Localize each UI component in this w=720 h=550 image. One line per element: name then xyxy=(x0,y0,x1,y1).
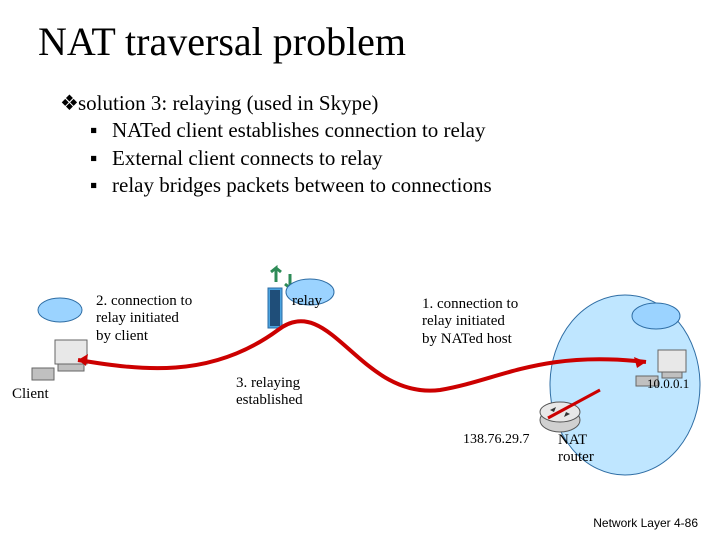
router-icon xyxy=(540,402,580,432)
ip-outer: 138.76.29.7 xyxy=(463,432,530,448)
bullet-lead: ❖solution 3: relaying (used in Skype) xyxy=(60,90,680,117)
step1-label: 1. connection torelay initiatedby NATed … xyxy=(422,296,582,348)
step3-label: 3. relayingestablished xyxy=(236,375,356,410)
bullet-3: ▪relay bridges packets between to connec… xyxy=(90,172,680,199)
page-title: NAT traversal problem xyxy=(38,18,406,65)
relay-icon xyxy=(268,288,282,328)
bullet-1: ▪NATed client establishes connection to … xyxy=(90,117,680,144)
ip-inner: 10.0.0.1 xyxy=(647,377,689,392)
bullet-1-text: NATed client establishes connection to r… xyxy=(112,118,486,142)
footer-section: Network Layer xyxy=(593,516,670,530)
relay-label: relay xyxy=(292,293,322,310)
nat-label: NATrouter xyxy=(558,432,594,467)
footer: Network Layer 4-86 xyxy=(593,516,698,530)
bullet-3-text: relay bridges packets between to connect… xyxy=(112,173,492,197)
step2-label: 2. connection torelay initiatedby client xyxy=(96,293,246,345)
bullet-2-text: External client connects to relay xyxy=(112,146,383,170)
footer-page: 4-86 xyxy=(674,516,698,530)
bullet-2: ▪External client connects to relay xyxy=(90,145,680,172)
bullet-lead-text: solution 3: relaying (used in Skype) xyxy=(78,91,378,115)
bullet-list: ❖solution 3: relaying (used in Skype) ▪N… xyxy=(60,90,680,199)
client-label: Client xyxy=(12,386,49,403)
